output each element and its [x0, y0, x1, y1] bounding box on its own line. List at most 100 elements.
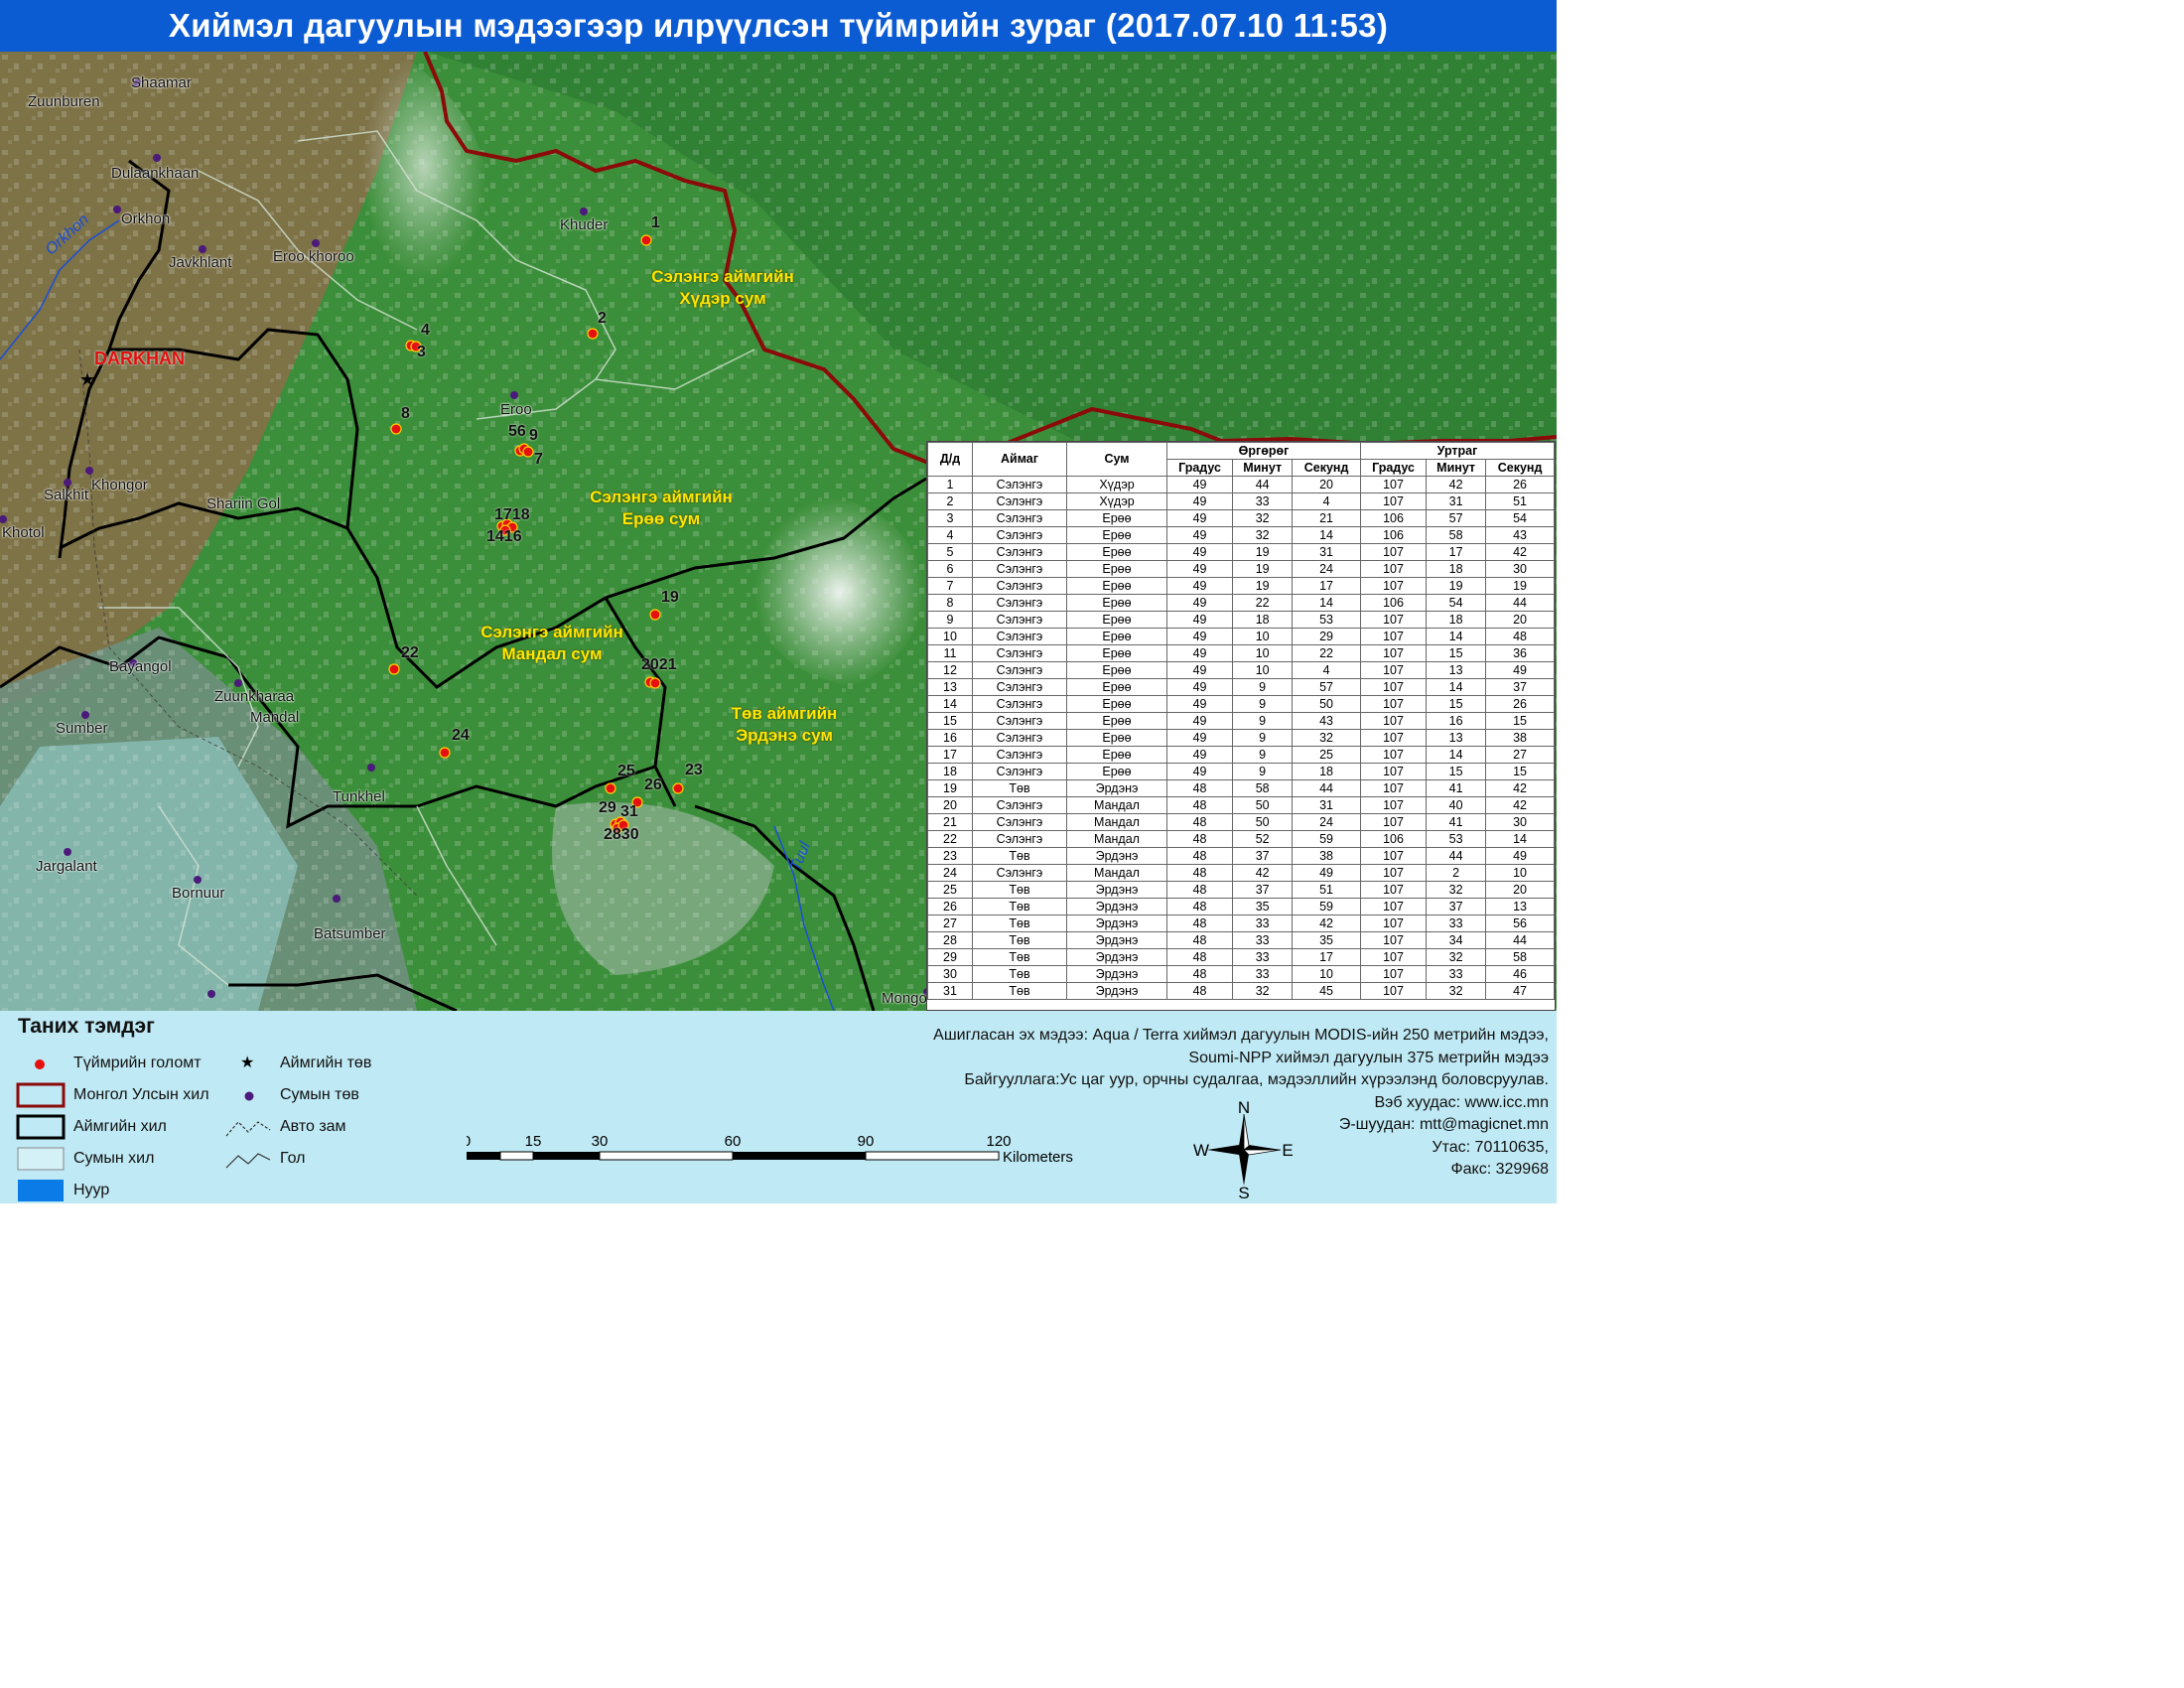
table-cell: 9 — [1232, 729, 1294, 747]
table-cell: 24 — [1292, 560, 1361, 578]
table-cell: 52 — [1232, 830, 1294, 848]
fire-label: 4 — [421, 322, 430, 339]
table-cell: Хүдэр — [1066, 476, 1167, 493]
table-cell: 17 — [927, 746, 973, 764]
soum-label-line2: Эрдэнэ сум — [736, 726, 833, 745]
table-cell: Эрдэнэ — [1066, 898, 1167, 915]
place-zuunburen: Zuunburen — [28, 93, 100, 110]
road-icon — [225, 1121, 271, 1137]
table-cell: 26 — [1485, 476, 1555, 493]
table-cell: 19 — [1426, 577, 1487, 595]
compass-w: W — [1193, 1141, 1209, 1160]
table-cell: 48 — [1165, 881, 1234, 899]
table-cell: 49 — [1485, 661, 1555, 679]
table-cell: 20 — [1485, 881, 1555, 899]
table-cell: 17 — [1426, 543, 1487, 561]
place-batsumber: Batsumber — [314, 925, 386, 942]
table-cell: Сэлэнгэ — [972, 678, 1067, 696]
table-cell: 53 — [1426, 830, 1487, 848]
table-cell: 22 — [927, 830, 973, 848]
table-cell: 9 — [1232, 712, 1294, 730]
place-bayangol: Bayangol — [109, 658, 172, 675]
table-cell: Сэлэнгэ — [972, 577, 1067, 595]
table-cell: Ерөө — [1066, 678, 1167, 696]
table-row: 25 Төв Эрдэнэ 48 37 51 107 32 20 — [927, 881, 1555, 899]
fire-label: 31 — [620, 803, 638, 820]
table-row: 4 Сэлэнгэ Ерөө 49 32 14 106 58 43 — [927, 526, 1555, 544]
table-cell: 27 — [1485, 746, 1555, 764]
scale-tick: 30 — [592, 1133, 609, 1150]
table-cell: 18 — [1232, 611, 1294, 629]
table-row: 24 Сэлэнгэ Мандал 48 42 49 107 2 10 — [927, 864, 1555, 882]
table-cell: 44 — [1485, 931, 1555, 949]
table-cell: 45 — [1292, 982, 1361, 1000]
river-icon — [225, 1153, 271, 1169]
header-aimag: Аймаг — [972, 442, 1067, 477]
table-cell: 51 — [1292, 881, 1361, 899]
table-cell: 25 — [927, 881, 973, 899]
table-row: 22 Сэлэнгэ Мандал 48 52 59 106 53 14 — [927, 830, 1555, 848]
table-cell: 107 — [1359, 931, 1428, 949]
table-cell: 49 — [1165, 492, 1234, 510]
place-mongo: Mongo — [882, 990, 927, 1007]
table-cell: 33 — [1232, 492, 1294, 510]
table-cell: 34 — [1426, 931, 1487, 949]
table-cell: Төв — [972, 948, 1067, 966]
table-cell: 15 — [1485, 712, 1555, 730]
table-cell: 107 — [1359, 560, 1428, 578]
table-cell: 10 — [1232, 661, 1294, 679]
table-cell: 15 — [1426, 695, 1487, 713]
table-cell: 18 — [1292, 763, 1361, 780]
place-khotol: Khotol — [2, 524, 45, 541]
table-cell: Ерөө — [1066, 577, 1167, 595]
table-cell: 2 — [1426, 864, 1487, 882]
table-cell: 9 — [1232, 678, 1294, 696]
soum-label-eroo: Сэлэнгэ аймгийн Ерөө сум — [562, 487, 760, 530]
place-khuder: Khuder — [560, 216, 609, 233]
table-cell: 14 — [1485, 830, 1555, 848]
map-area[interactable]: ★ Shaamar Zuunburen Dulaankhaan Orkhon J… — [0, 52, 1557, 1011]
scale-tick: 120 — [986, 1133, 1011, 1150]
table-cell: 15 — [1426, 644, 1487, 662]
table-cell: 14 — [1426, 678, 1487, 696]
table-row: 29 Төв Эрдэнэ 48 33 17 107 32 58 — [927, 948, 1555, 966]
table-cell: Сэлэнгэ — [972, 796, 1067, 814]
table-cell: 38 — [1485, 729, 1555, 747]
table-row: 17 Сэлэнгэ Ерөө 49 9 25 107 14 27 — [927, 746, 1555, 764]
table-cell: Сэлэнгэ — [972, 492, 1067, 510]
table-cell: 6 — [927, 560, 973, 578]
table-cell: 50 — [1292, 695, 1361, 713]
soum-label-line2: Мандал сум — [501, 644, 603, 663]
table-cell: 4 — [1292, 661, 1361, 679]
table-cell: Эрдэнэ — [1066, 779, 1167, 797]
table-cell: 24 — [1292, 813, 1361, 831]
table-cell: 27 — [927, 914, 973, 932]
table-row: 5 Сэлэнгэ Ерөө 49 19 31 107 17 42 — [927, 543, 1555, 561]
table-row: 9 Сэлэнгэ Ерөө 49 18 53 107 18 20 — [927, 611, 1555, 629]
table-cell: 107 — [1359, 898, 1428, 915]
table-cell: Ерөө — [1066, 611, 1167, 629]
table-cell: 58 — [1232, 779, 1294, 797]
table-cell: 15 — [1426, 763, 1487, 780]
table-cell: 14 — [1292, 526, 1361, 544]
table-cell: Ерөө — [1066, 509, 1167, 527]
table-row: 6 Сэлэнгэ Ерөө 49 19 24 107 18 30 — [927, 560, 1555, 578]
table-cell: 17 — [1292, 577, 1361, 595]
table-cell: 37 — [1232, 847, 1294, 865]
table-cell: 9 — [1232, 746, 1294, 764]
place-salkhit: Salkhit — [44, 487, 89, 503]
table-cell: Эрдэнэ — [1066, 847, 1167, 865]
table-cell: Мандал — [1066, 813, 1167, 831]
table-row: 12 Сэлэнгэ Ерөө 49 10 4 107 13 49 — [927, 661, 1555, 679]
source-line: Байгууллага:Ус цаг уур, орчны судалгаа, … — [964, 1071, 1549, 1088]
table-cell: Сэлэнгэ — [972, 813, 1067, 831]
place-zuunkharaa: Zuunkharaa — [214, 688, 295, 705]
table-cell: 32 — [1426, 948, 1487, 966]
table-row: 26 Төв Эрдэнэ 48 35 59 107 37 13 — [927, 898, 1555, 915]
table-cell: 42 — [1292, 914, 1361, 932]
table-cell: 41 — [1426, 813, 1487, 831]
table-row: 23 Төв Эрдэнэ 48 37 38 107 44 49 — [927, 847, 1555, 865]
table-cell: 20 — [1292, 476, 1361, 493]
table-cell: 44 — [1485, 594, 1555, 612]
table-row: 16 Сэлэнгэ Ерөө 49 9 32 107 13 38 — [927, 729, 1555, 747]
